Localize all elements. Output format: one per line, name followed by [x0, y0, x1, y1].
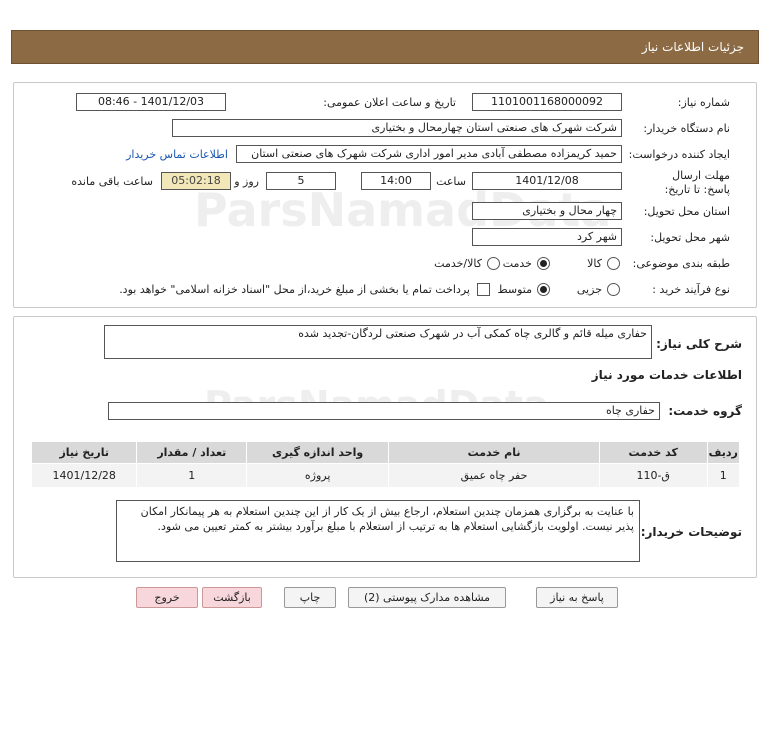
process-label: نوع فرآیند خرید : — [652, 283, 730, 296]
city-field: شهر کرد — [472, 228, 622, 246]
col-need-date: تاریخ نیاز — [30, 441, 138, 464]
buyer-notes: با عنایت به برگزاری همزمان چندین استعلام… — [116, 500, 640, 562]
days-field: 5 — [266, 172, 336, 190]
summary-label: شرح کلی نیاز: — [656, 337, 742, 351]
view-attachments-button[interactable]: مشاهده مدارک پیوستی (2) — [348, 587, 506, 608]
services-heading: اطلاعات خدمات مورد نیاز — [591, 368, 742, 382]
need-number-label: شماره نیاز: — [677, 96, 730, 109]
summary-field: حفاری میله قائم و گالری چاه کمکی آب در ش… — [104, 325, 652, 359]
reply-button[interactable]: پاسخ به نیاز — [536, 587, 618, 608]
treasury-payment-checkbox[interactable] — [477, 283, 490, 296]
category-label: طبقه بندی موضوعی: — [632, 257, 730, 270]
category-radio-goods[interactable] — [607, 257, 620, 270]
print-button[interactable]: چاپ — [284, 587, 336, 608]
back-button[interactable]: بازگشت — [202, 587, 262, 608]
service-group-label: گروه خدمت: — [668, 404, 742, 418]
table-row: 1 ق-110 حفر چاه عمیق پروژه 1 1401/12/28 — [30, 463, 740, 488]
col-unit: واحد اندازه گیری — [246, 441, 390, 464]
buyer-field: شرکت شهرک های صنعتی استان چهارمحال و بخت… — [172, 119, 622, 137]
province-field: چهار محال و بختیاری — [472, 202, 622, 220]
page-title: جزئیات اطلاعات نیاز — [641, 40, 744, 54]
province-label: استان محل تحویل: — [643, 205, 730, 218]
notes-label: توضیحات خریدار: — [640, 525, 742, 539]
cell-need-date: 1401/12/28 — [30, 463, 138, 488]
announce-label: تاریخ و ساعت اعلان عمومی: — [323, 96, 456, 109]
deadline-time-field: 14:00 — [361, 172, 431, 190]
process-option-medium: متوسط — [497, 283, 532, 296]
need-details-panel: ParsNamadData شرح کلی نیاز: حفاری میله ق… — [13, 316, 757, 578]
request-info-panel: ParsNamadData شماره نیاز: 11010011680000… — [13, 82, 757, 308]
page-header: جزئیات اطلاعات نیاز — [11, 30, 759, 64]
deadline-time-label: ساعت — [436, 175, 466, 188]
buyer-contact-link[interactable]: اطلاعات تماس خریدار — [126, 148, 228, 161]
col-service-code: کد خدمت — [598, 441, 708, 464]
category-option-goods-service: کالا/خدمت — [434, 257, 482, 270]
payment-note: پرداخت تمام یا بخشی از مبلغ خرید،از محل … — [119, 283, 470, 296]
city-label: شهر محل تحویل: — [650, 231, 730, 244]
remaining-time-field: 05:02:18 — [161, 172, 231, 190]
service-group-field: حفاری چاه — [108, 402, 660, 420]
cell-service-code: ق-110 — [598, 463, 708, 488]
process-option-minor: جزیی — [576, 283, 602, 296]
deadline-label: مهلت ارسال پاسخ: تا تاریخ: — [664, 169, 730, 196]
col-service-name: نام خدمت — [388, 441, 600, 464]
creator-label: ایجاد کننده درخواست: — [628, 148, 730, 161]
col-quantity: تعداد / مقدار — [136, 441, 248, 464]
announce-date-field: 1401/12/03 - 08:46 — [76, 93, 226, 111]
category-radio-service[interactable] — [537, 257, 550, 270]
category-option-goods: کالا — [587, 257, 602, 270]
category-option-service: خدمت — [502, 257, 532, 270]
cell-service-name: حفر چاه عمیق — [388, 463, 600, 488]
cell-quantity: 1 — [136, 463, 248, 488]
exit-button[interactable]: خروج — [136, 587, 198, 608]
col-row-number: ردیف — [706, 441, 740, 464]
process-radio-medium[interactable] — [537, 283, 550, 296]
days-label: روز و — [234, 175, 259, 188]
table-header-row: ردیف کد خدمت نام خدمت واحد اندازه گیری ت… — [30, 441, 740, 464]
process-radio-minor[interactable] — [607, 283, 620, 296]
cell-unit: پروژه — [246, 463, 390, 488]
creator-field: حمید کریمزاده مصطفی آبادی مدیر امور ادار… — [236, 145, 622, 163]
remaining-label: ساعت باقی مانده — [71, 175, 153, 188]
buyer-label: نام دستگاه خریدار: — [643, 122, 730, 135]
cell-row-number: 1 — [706, 463, 740, 488]
need-number-field: 1101001168000092 — [472, 93, 622, 111]
category-radio-goods-service[interactable] — [487, 257, 500, 270]
deadline-date-field: 1401/12/08 — [472, 172, 622, 190]
services-table: ردیف کد خدمت نام خدمت واحد اندازه گیری ت… — [30, 441, 740, 488]
